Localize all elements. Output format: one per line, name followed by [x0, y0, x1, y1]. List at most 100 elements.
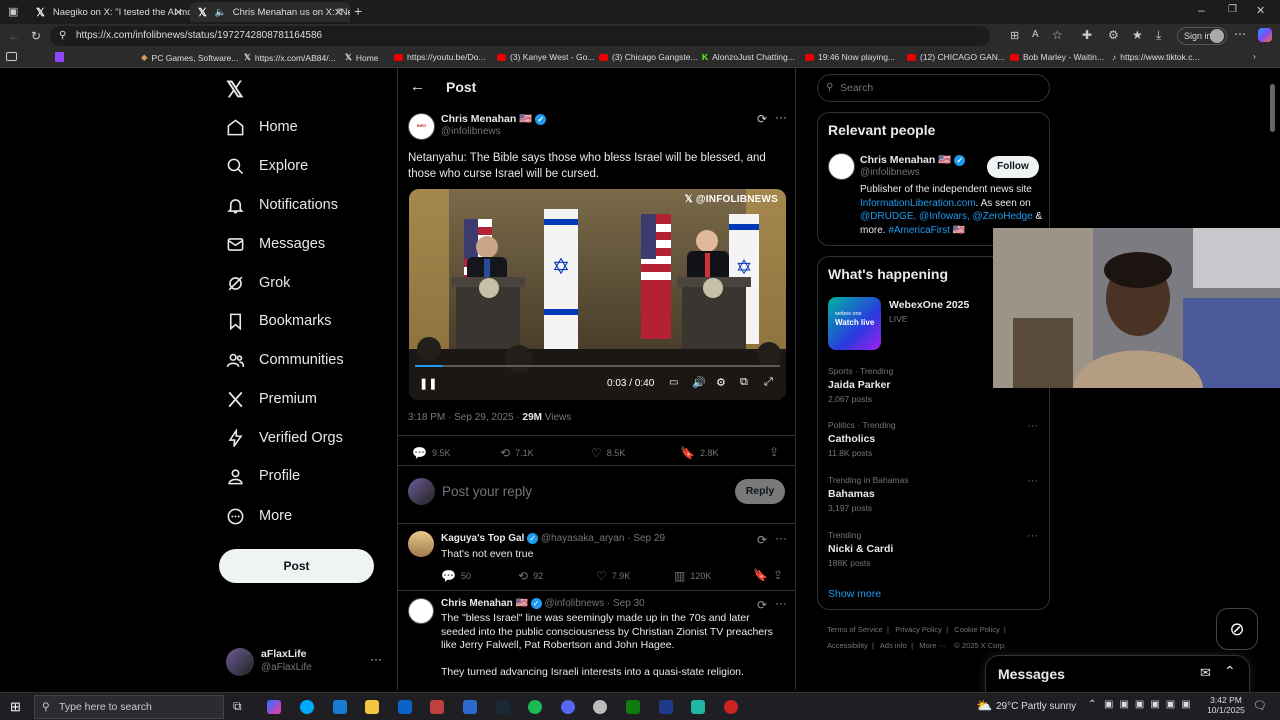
page-scrollbar[interactable]	[1270, 84, 1275, 132]
nav-more[interactable]: More	[226, 501, 292, 531]
nav-home[interactable]: Home	[226, 112, 298, 142]
bookmark-alonzo[interactable]: K AlonzoJust Chatting...	[702, 52, 795, 62]
address-bar[interactable]: ⚲ https://x.com/infolibnews/status/19727…	[50, 26, 990, 46]
tab-naegiko[interactable]: 𝕏 Naegiko on X: "I tested the AI mo ✕	[28, 2, 190, 22]
share-action[interactable]: ⇪	[773, 568, 788, 582]
video-player[interactable]: ✡ ✡ 𝕏 @INFOLIBNEWS ❚❚ 0:03 / 0:40 ▭ 🔊 ⚙ …	[409, 189, 786, 400]
file-explorer-icon[interactable]	[365, 700, 379, 714]
bookmark-youtu-be[interactable]: https://youtu.be/Do...	[394, 52, 485, 62]
nav-verified-orgs[interactable]: Verified Orgs	[226, 423, 343, 453]
taskbar-search[interactable]: ⚲ Type here to search	[34, 695, 224, 719]
nav-bookmarks[interactable]: Bookmarks	[226, 306, 332, 336]
window-close-icon[interactable]: ✕	[1256, 4, 1265, 17]
speaker-icon[interactable]: 🔈	[215, 7, 227, 18]
volume-icon[interactable]: 🔊	[692, 376, 706, 389]
captions-icon[interactable]: ▭	[669, 377, 678, 388]
views-action[interactable]: ▥ 120K	[674, 569, 711, 583]
footer-link[interactable]: Ads info	[880, 641, 907, 650]
notification-icon[interactable]: 🗨	[1253, 699, 1267, 712]
reply-input[interactable]: Post your reply	[442, 484, 532, 499]
pause-icon[interactable]: ❚❚	[419, 377, 437, 390]
read-aloud-icon[interactable]: A	[1032, 29, 1039, 40]
chevron-up-icon[interactable]: ⌃	[1224, 663, 1236, 680]
reply-avatar[interactable]	[408, 531, 434, 557]
app-icon[interactable]	[691, 700, 705, 714]
app-icon[interactable]: ⊞	[1010, 29, 1019, 42]
author-avatar[interactable]: INFO	[408, 113, 435, 140]
new-tab-icon[interactable]: +	[354, 3, 362, 19]
messages-drawer[interactable]: Messages ✉ ⌃	[985, 655, 1250, 695]
maximize-icon[interactable]: ❐	[1228, 4, 1237, 15]
bookmark-bob-marley[interactable]: Bob Marley - Waitin...	[1010, 52, 1104, 62]
favorite-star-icon[interactable]: ☆	[1052, 28, 1063, 42]
repost-action[interactable]: ⟲ 92	[518, 569, 543, 583]
footer-link[interactable]: Cookie Policy	[954, 625, 999, 634]
back-icon[interactable]: ←	[8, 29, 20, 43]
grok-explain-icon[interactable]: ⟳	[757, 112, 767, 126]
weather-text[interactable]: 29°C Partly sunny	[996, 701, 1076, 712]
site-info-icon[interactable]: ⚲	[59, 26, 66, 46]
person-name[interactable]: Chris Menahan 🇺🇸 ✓	[860, 153, 966, 166]
chevron-right-icon[interactable]: ›	[1253, 51, 1256, 61]
windows-start-icon[interactable]: ⊞	[10, 699, 21, 715]
bio-link[interactable]: InformationLiberation.com	[860, 198, 976, 209]
reply-author[interactable]: Kaguya's Top Gal	[441, 533, 524, 544]
reply-handle[interactable]: @infolibnews · Sep 30	[544, 598, 644, 609]
account-switcher[interactable]: aFlaxLife @aFlaxLife ···	[226, 646, 386, 680]
reading-list-icon[interactable]	[6, 52, 17, 61]
task-view-icon[interactable]: ⧉	[233, 699, 242, 714]
clock[interactable]: 3:42 PM 10/1/2025	[1204, 695, 1248, 715]
reply-action[interactable]: 💬 9.5K	[412, 446, 450, 460]
downloads-icon[interactable]: ⤓	[1156, 28, 1161, 43]
footer-link[interactable]: Accessibility	[827, 641, 868, 650]
grok-explain-icon[interactable]: ⟳	[757, 533, 767, 547]
bio-mentions[interactable]: @DRUDGE, @Infowars, @ZeroHedge	[860, 211, 1033, 222]
bookmark-action[interactable]: 🔖	[753, 568, 773, 582]
author-name[interactable]: Chris Menahan 🇺🇸 ✓	[441, 112, 547, 125]
show-more-link[interactable]: Show more	[828, 588, 881, 600]
nav-grok[interactable]: Grok	[226, 268, 290, 298]
window-menu-icon[interactable]: ▣	[8, 5, 18, 18]
like-action[interactable]: ♡ 7.9K	[596, 569, 630, 583]
app-icon[interactable]	[463, 700, 477, 714]
store-icon[interactable]	[333, 700, 347, 714]
footer-link[interactable]: Terms of Service	[827, 625, 883, 634]
reply-button[interactable]: Reply	[735, 479, 785, 504]
follow-button[interactable]: Follow	[987, 156, 1039, 178]
bookmark-home[interactable]: 𝕏 Home	[345, 52, 379, 63]
more-dots-icon[interactable]: ···	[1027, 475, 1038, 487]
footer-link[interactable]: More ···	[919, 641, 946, 650]
more-dots-icon[interactable]: ···	[775, 596, 787, 610]
copilot-icon[interactable]	[1258, 28, 1272, 42]
more-dots-icon[interactable]: ···	[1027, 530, 1038, 542]
discord-icon[interactable]	[561, 700, 575, 714]
nav-notifications[interactable]: Notifications	[226, 190, 338, 220]
more-menu-icon[interactable]: ⋯	[1234, 27, 1246, 41]
new-message-icon[interactable]: ✉	[1200, 665, 1211, 681]
post-button[interactable]: Post	[219, 549, 374, 583]
edge-icon[interactable]	[300, 700, 314, 714]
system-tray-icons[interactable]: ▣▣▣▣▣▣	[1104, 699, 1197, 710]
copilot-app-icon[interactable]	[267, 700, 281, 714]
more-dots-icon[interactable]: ···	[370, 652, 382, 666]
event-thumbnail[interactable]: webex one Watch live	[828, 297, 881, 350]
refresh-icon[interactable]: ↻	[31, 29, 41, 43]
mail-icon[interactable]	[398, 700, 412, 714]
reply-author[interactable]: Chris Menahan 🇺🇸	[441, 598, 528, 609]
bookmark-pc-games[interactable]: ◆ PC Games, Software...	[141, 52, 238, 63]
twitch-icon[interactable]	[55, 52, 64, 62]
bio-hashtag[interactable]: #AmericaFirst	[888, 225, 950, 236]
fullscreen-icon[interactable]: ⤢	[764, 376, 773, 389]
nav-explore[interactable]: Explore	[226, 151, 308, 181]
nav-premium[interactable]: Premium	[226, 384, 317, 414]
reply-avatar[interactable]	[408, 598, 434, 624]
bookmark-x-ab84[interactable]: 𝕏https://x.com/AB84/...	[244, 52, 336, 63]
reply-handle[interactable]: @hayasaka_aryan · Sep 29	[541, 533, 665, 544]
footer-link[interactable]: Privacy Policy	[895, 625, 942, 634]
search-input[interactable]: ⚲ Search	[817, 74, 1050, 102]
chevron-up-icon[interactable]: ⌃	[1088, 699, 1096, 710]
favorites-icon[interactable]: ★	[1132, 28, 1143, 42]
game-app-icon[interactable]	[430, 700, 444, 714]
more-dots-icon[interactable]: ···	[1027, 420, 1038, 432]
bookmark-action[interactable]: 🔖 2.8K	[680, 446, 718, 460]
